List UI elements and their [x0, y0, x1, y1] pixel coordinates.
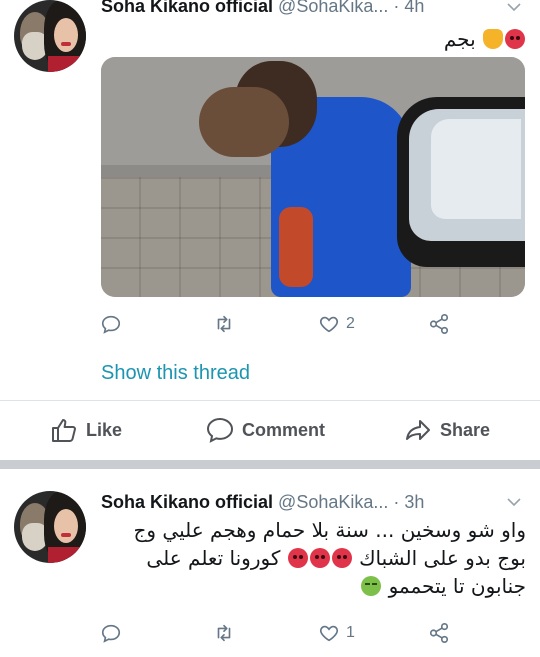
show-thread-link[interactable]: Show this thread: [101, 362, 250, 385]
separator-dot: ·: [393, 0, 400, 16]
tweet-text: واو شو وسخين ... سنة بلا حمام وهجم عليي …: [106, 516, 526, 600]
avatar-lips: [61, 42, 71, 46]
angry-face-icon: [331, 548, 352, 568]
avatar-face-right: [54, 18, 78, 52]
share-button[interactable]: [428, 311, 450, 337]
timestamp[interactable]: 4h: [404, 0, 424, 16]
divider: [0, 400, 540, 401]
reply-button[interactable]: [100, 311, 128, 337]
tweet-1: Soha Kikano official @SohaKika... · 4h ب…: [0, 0, 540, 400]
retweet-button[interactable]: [213, 620, 241, 646]
tweet-actions: 2: [100, 311, 460, 337]
photo-shirt-print: [279, 207, 313, 287]
photo-person-arm: [199, 87, 289, 157]
tweet-header: Soha Kikano official @SohaKika... · 4h: [101, 0, 424, 17]
author-name[interactable]: Soha Kikano official: [101, 0, 273, 16]
nauseated-face-icon: [361, 576, 382, 596]
tweet-actions: 1: [100, 620, 460, 646]
facebook-action-bar: Like Comment Share: [0, 404, 540, 456]
avatar-shirt: [48, 547, 86, 563]
like-count: 2: [346, 315, 355, 332]
angry-face-icon: [505, 29, 525, 49]
angry-face-icon: [309, 548, 330, 568]
comment-icon: [206, 417, 234, 443]
tweet-photo[interactable]: [101, 57, 525, 297]
retweet-button[interactable]: [213, 311, 241, 337]
author-handle[interactable]: @SohaKika...: [278, 0, 388, 16]
tweet-text-line: بوج بدو على الشباك كورونا تعلم على: [106, 544, 526, 572]
like-count: 1: [346, 624, 355, 641]
comment-button[interactable]: Comment: [206, 416, 325, 444]
tweet-text-line: بجم: [443, 27, 476, 51]
post-separator: [0, 460, 540, 469]
tweet-text-segment: بوج بدو على الشباك: [359, 546, 526, 570]
reply-icon: [101, 315, 121, 334]
like-button[interactable]: 1: [318, 620, 355, 646]
retweet-icon: [217, 315, 231, 333]
tweet-text-segment: جنابون تا يتحممو: [388, 574, 526, 598]
tweet-2: Soha Kikano official @SohaKika... · 3h و…: [0, 469, 540, 657]
avatar-lips: [61, 533, 71, 537]
like-label: Like: [86, 419, 123, 440]
timestamp[interactable]: 3h: [404, 492, 424, 512]
tweet-text-line: جنابون تا يتحممو: [106, 572, 526, 600]
angry-face-icon: [287, 548, 308, 568]
thumbs-down-icon: [483, 29, 503, 49]
tweet-header: Soha Kikano official @SohaKika... · 3h: [101, 491, 424, 513]
tweet-text: بجم: [444, 25, 526, 53]
reply-button[interactable]: [100, 620, 128, 646]
avatar-face-right: [54, 509, 78, 543]
author-name[interactable]: Soha Kikano official: [101, 492, 273, 512]
thumbs-up-icon: [52, 419, 76, 442]
tweet-text-segment: كورونا تعلم على: [146, 546, 281, 570]
share-label: Share: [440, 419, 491, 440]
heart-icon: [319, 625, 339, 642]
like-button[interactable]: 2: [318, 311, 355, 337]
separator-dot: ·: [393, 492, 400, 512]
share-arrow-icon: [406, 420, 430, 440]
chevron-down-icon[interactable]: [507, 495, 521, 510]
share-button[interactable]: Share: [404, 416, 490, 444]
tweet-text-line: واو شو وسخين ... سنة بلا حمام وهجم عليي …: [133, 518, 526, 542]
comment-label: Comment: [242, 419, 326, 440]
chevron-down-icon[interactable]: [507, 0, 521, 15]
avatar[interactable]: [14, 0, 86, 72]
heart-icon: [319, 316, 339, 333]
avatar-shirt: [48, 56, 86, 72]
like-button[interactable]: Like: [50, 416, 122, 444]
share-icon: [429, 314, 449, 334]
share-icon: [429, 623, 449, 643]
reply-icon: [101, 624, 121, 643]
share-button[interactable]: [428, 620, 450, 646]
avatar[interactable]: [14, 491, 86, 563]
author-handle[interactable]: @SohaKika...: [278, 492, 388, 512]
retweet-icon: [217, 624, 231, 642]
photo-car-mirror-glass: [431, 119, 521, 219]
